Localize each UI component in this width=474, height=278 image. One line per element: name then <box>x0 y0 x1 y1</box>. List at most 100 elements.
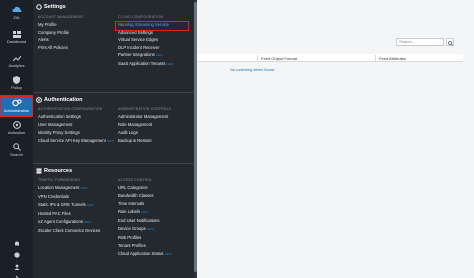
settings-section-header: Settings <box>36 4 66 10</box>
menu-item-virtual-service-edges[interactable]: Virtual Service Edges <box>118 37 174 42</box>
settings-title: Settings <box>44 4 66 10</box>
search-button[interactable] <box>446 38 454 46</box>
nav-rail: ZIA Dashboard Analytics Policy Administr… <box>0 0 34 278</box>
administration-menu: Settings ACCOUNT MANAGEMENT My Profile C… <box>33 0 197 278</box>
nav-search[interactable]: Search <box>0 143 33 157</box>
menu-item-cloud-service-api-key-management-label: Cloud Service API Key Management <box>38 138 106 143</box>
menu-item-administrator-management[interactable]: Administrator Management <box>118 114 171 119</box>
chart-icon <box>12 54 22 62</box>
menu-item-authentication-settings[interactable]: Authentication Settings <box>38 114 114 119</box>
menu-item-rule-labels[interactable]: Rule Labels NEW <box>118 209 172 215</box>
account-management-heading: ACCOUNT MANAGEMENT <box>38 15 84 19</box>
access-control-column: ACCESS CONTROL URL Categories Bandwidth … <box>118 178 172 257</box>
column-feed-output-format[interactable]: Feed Output Format <box>261 56 297 61</box>
stack-icon <box>36 168 42 174</box>
menu-item-ez-agent-configurations-label: eZ Agent Configurations <box>38 219 83 224</box>
menu-item-ez-agent-configurations[interactable]: eZ Agent Configurations NEW <box>38 219 100 225</box>
menu-item-static-ips-gre-tunnels[interactable]: Static IPs & GRE Tunnels NEW <box>38 202 100 208</box>
traffic-forwarding-heading: TRAFFIC FORWARDING <box>38 178 81 182</box>
new-badge: NEW <box>164 252 172 256</box>
menu-scrollbar[interactable] <box>194 2 197 272</box>
new-badge: NEW <box>84 220 92 224</box>
authentication-configuration-heading: AUTHENTICATION CONFIGURATION <box>38 107 103 111</box>
administration-controls-column: ADMINISTRATION CONTROLS Administrator Ma… <box>118 107 171 143</box>
nav-policy-label: Policy <box>11 85 22 90</box>
menu-item-time-intervals[interactable]: Time Intervals <box>118 201 172 206</box>
menu-item-audit-logs[interactable]: Audit Logs <box>118 130 171 135</box>
menu-item-risk-profiles[interactable]: Risk Profiles <box>118 235 172 240</box>
menu-item-dlp-incident-receiver[interactable]: DLP Incident Receiver <box>118 45 174 50</box>
menu-item-device-groups-label: Device Groups <box>118 226 146 231</box>
account-management-column: ACCOUNT MANAGEMENT My Profile Company Pr… <box>38 15 84 50</box>
menu-item-location-management-label: Location Management <box>38 185 80 190</box>
menu-item-backup-restore[interactable]: Backup & Restore <box>118 138 171 143</box>
menu-item-cloud-application-status-label: Cloud Application Status <box>118 251 164 256</box>
nav-policy[interactable]: Policy <box>0 76 33 90</box>
table-header: Feed Output Format Feed Attributes <box>197 54 463 62</box>
empty-table-message: No matching items found <box>230 67 275 72</box>
menu-item-location-management[interactable]: Location Management NEW <box>38 185 100 191</box>
search-icon <box>12 143 22 151</box>
new-badge: NEW <box>86 203 94 207</box>
authentication-icon <box>36 97 42 103</box>
menu-item-vpn-credentials[interactable]: VPN Credentials <box>38 194 100 199</box>
dashboard-icon <box>12 30 22 38</box>
menu-item-device-groups[interactable]: Device Groups NEW <box>118 226 172 232</box>
new-badge: NEW <box>146 227 154 231</box>
menu-item-print-all-policies[interactable]: Print All Policies <box>38 45 84 50</box>
new-badge: NEW <box>155 53 163 57</box>
search-input[interactable]: Search... <box>396 38 444 46</box>
search-icon <box>447 33 453 51</box>
menu-item-identity-proxy-settings[interactable]: Identity Proxy Settings <box>38 130 114 135</box>
menu-item-cloud-service-api-key-management[interactable]: Cloud Service API Key Management NEW <box>38 138 114 144</box>
cloud-configuration-heading: CLOUD CONFIGURATION <box>118 15 163 19</box>
authentication-title: Authentication <box>44 97 83 103</box>
menu-item-company-profile[interactable]: Company Profile <box>38 30 84 35</box>
zscaler-cloud-icon <box>11 6 22 14</box>
administration-controls-heading: ADMINISTRATION CONTROLS <box>118 107 172 111</box>
menu-item-saas-application-tenants[interactable]: SaaS Application Tenants NEW <box>118 61 174 67</box>
access-control-heading: ACCESS CONTROL <box>118 178 153 182</box>
new-badge: NEW <box>166 61 174 66</box>
menu-item-cloud-application-status[interactable]: Cloud Application Status NEW <box>118 251 172 257</box>
collapse-button[interactable] <box>0 268 33 278</box>
menu-item-end-user-notifications[interactable]: End User Notifications <box>118 218 172 223</box>
new-badge: NEW <box>80 186 88 190</box>
column-feed-attributes[interactable]: Feed Attributes <box>379 56 406 61</box>
menu-item-user-management[interactable]: User Management <box>38 122 114 127</box>
resources-section-header: Resources <box>36 168 72 174</box>
menu-item-static-ips-gre-tunnels-label: Static IPs & GRE Tunnels <box>38 202 86 207</box>
nanolog-highlight-box <box>115 21 189 31</box>
nav-analytics-label: Analytics <box>8 63 25 68</box>
column-divider <box>375 55 376 61</box>
nav-dashboard-label: Dashboard <box>6 39 27 44</box>
traffic-forwarding-column: TRAFFIC FORWARDING Location Management N… <box>38 178 100 233</box>
menu-item-role-management[interactable]: Role Management <box>118 122 171 127</box>
menu-item-partner-integrations-label: Partner Integrations <box>118 52 155 57</box>
nav-dashboard[interactable]: Dashboard <box>0 30 33 44</box>
menu-item-hosted-pac-files[interactable]: Hosted PAC Files <box>38 211 100 216</box>
menu-item-tenant-profiles[interactable]: Tenant Profiles <box>118 243 172 248</box>
menu-item-bandwidth-classes[interactable]: Bandwidth Classes <box>118 193 172 198</box>
menu-item-my-profile[interactable]: My Profile <box>38 22 84 27</box>
nav-administration-label: Administration <box>3 108 30 113</box>
chevron-right-icon <box>14 268 20 278</box>
menu-item-zscaler-client-connector-devices[interactable]: Zscaler Client Connector Devices <box>38 228 100 233</box>
section-divider <box>33 163 197 164</box>
gears-icon <box>11 99 22 107</box>
gear-icon <box>36 4 42 10</box>
menu-item-alerts[interactable]: Alerts <box>38 37 84 42</box>
nav-search-label: Search <box>10 152 23 157</box>
column-divider <box>257 55 258 61</box>
authentication-section-header: Authentication <box>36 97 83 103</box>
nav-analytics[interactable]: Analytics <box>0 54 33 68</box>
menu-item-saas-application-tenants-label: SaaS Application Tenants <box>118 60 166 66</box>
nav-zia[interactable]: ZIA <box>0 6 33 20</box>
authentication-configuration-column: AUTHENTICATION CONFIGURATION Authenticat… <box>38 107 114 144</box>
menu-item-url-categories[interactable]: URL Categories <box>118 185 172 190</box>
nav-activation[interactable]: Activation <box>0 121 33 135</box>
shield-icon <box>12 76 22 84</box>
menu-item-rule-labels-label: Rule Labels <box>118 209 141 214</box>
menu-item-partner-integrations[interactable]: Partner Integrations NEW <box>118 52 174 58</box>
nav-administration[interactable]: Administration <box>0 95 34 117</box>
